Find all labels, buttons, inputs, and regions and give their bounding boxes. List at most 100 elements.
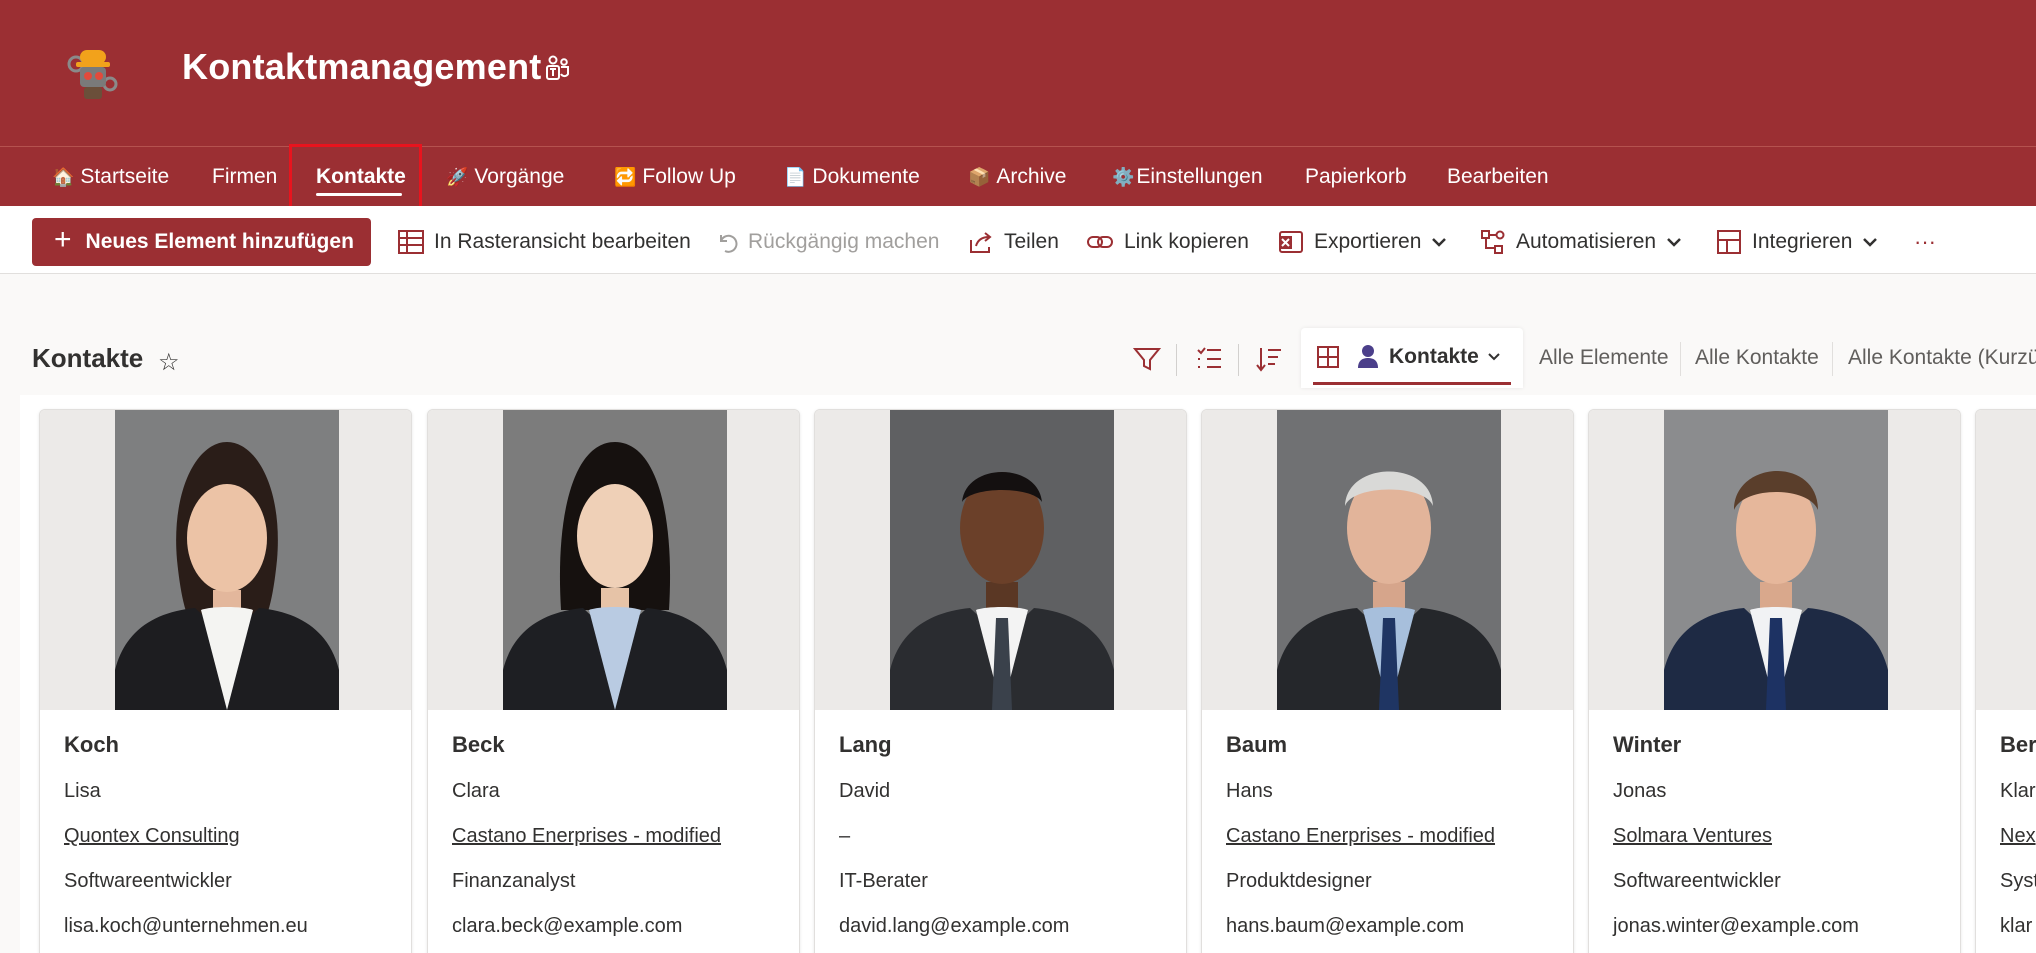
view-link-alle-kontakte[interactable]: Alle Kontakte: [1695, 346, 1819, 370]
photo-area: [815, 410, 1186, 710]
contact-card[interactable]: Winter Jonas Solmara Ventures Softwareen…: [1588, 409, 1961, 953]
site-header: Kontaktmanagement: [0, 0, 2036, 146]
teams-icon[interactable]: [544, 54, 572, 82]
photo-area: [1589, 410, 1960, 710]
excel-icon: [1279, 231, 1303, 253]
contact-card[interactable]: Baum Hans Castano Enerprises - modified …: [1201, 409, 1574, 953]
filter-icon[interactable]: [1132, 344, 1162, 374]
integrate-icon: [1717, 230, 1741, 254]
star-icon[interactable]: ☆: [158, 348, 180, 377]
contact-company-link[interactable]: Castano Enerprises - modified: [1226, 825, 1495, 848]
kontakte-highlight-box: [289, 144, 422, 212]
contact-gallery: Koch Lisa Quontex Consulting Softwareent…: [20, 395, 2036, 953]
contact-company-link[interactable]: Quontex Consulting: [64, 825, 240, 848]
contact-photo: [1663, 410, 1888, 710]
nav-item-archive[interactable]: 📦 Archive: [968, 147, 1066, 207]
view-link-alle-kontakte-kurz[interactable]: Alle Kontakte (Kurzü: [1848, 346, 2036, 370]
contact-last-name[interactable]: Lang: [839, 732, 892, 758]
house-icon: 🏠: [52, 166, 75, 187]
link-icon: [1087, 236, 1113, 248]
undo-button[interactable]: Rückgängig machen: [716, 218, 939, 266]
robot-logo-icon[interactable]: [62, 44, 124, 106]
new-item-button[interactable]: + Neues Element hinzufügen: [32, 218, 371, 266]
contact-first-name: Lisa: [64, 780, 101, 802]
view-selector[interactable]: Kontakte: [1301, 328, 1523, 388]
chevron-down-icon: [1667, 238, 1681, 247]
contact-last-name[interactable]: Koch: [64, 732, 119, 758]
site-title[interactable]: Kontaktmanagement: [182, 46, 541, 88]
photo-area: [428, 410, 799, 710]
grid-edit-button[interactable]: In Rasteransicht bearbeiten: [398, 218, 691, 266]
nav-item-papierkorb[interactable]: Papierkorb: [1305, 147, 1407, 207]
sort-icon[interactable]: [1254, 344, 1284, 374]
chevron-down-icon: [1432, 238, 1447, 247]
contact-role: Softwareentwickler: [64, 870, 232, 892]
view-divider: [1832, 342, 1833, 376]
toolbar-divider: [1238, 344, 1239, 376]
contact-company-link[interactable]: Solmara Ventures: [1613, 825, 1772, 848]
view-divider: [1680, 342, 1681, 376]
contact-photo: [114, 410, 339, 710]
person-icon: [1358, 345, 1378, 368]
contact-email: klar: [2000, 915, 2033, 937]
export-button[interactable]: Exportieren: [1278, 218, 1457, 266]
contact-role: Finanzanalyst: [452, 870, 576, 892]
contact-company-link[interactable]: Nex: [2000, 825, 2036, 848]
contact-role: Produktdesigner: [1226, 870, 1372, 892]
contact-first-name: Jonas: [1613, 780, 1667, 802]
contact-card[interactable]: Lang David – IT-Berater david.lang@examp…: [814, 409, 1187, 953]
contact-email: david.lang@example.com: [839, 915, 1070, 937]
command-bar: + Neues Element hinzufügen In Rasteransi…: [0, 206, 2036, 274]
nav-item-bearbeiten[interactable]: Bearbeiten: [1447, 147, 1549, 207]
contact-last-name[interactable]: Beck: [452, 732, 505, 758]
integrate-button[interactable]: Integrieren: [1716, 218, 1888, 266]
contact-first-name: David: [839, 780, 891, 802]
photo-area: [40, 410, 411, 710]
contact-last-name[interactable]: Baum: [1226, 732, 1287, 758]
group-by-icon[interactable]: [1194, 344, 1224, 374]
nav-item-follow-up[interactable]: 🔁 Follow Up: [614, 147, 736, 207]
view-link-alle-elemente[interactable]: Alle Elemente: [1539, 346, 1669, 370]
contact-email: clara.beck@example.com: [452, 915, 683, 937]
contact-email: hans.baum@example.com: [1226, 915, 1465, 937]
copy-link-button[interactable]: Link kopieren: [1086, 218, 1249, 266]
automate-button[interactable]: Automatisieren: [1480, 218, 1692, 266]
photo-area: [1976, 410, 2036, 710]
document-icon: 📄: [784, 166, 807, 187]
nav-item-dokumente[interactable]: 📄 Dokumente: [784, 147, 920, 207]
package-icon: 📦: [968, 166, 991, 187]
more-options-button[interactable]: ···: [1914, 218, 1936, 266]
share-button[interactable]: Teilen: [968, 218, 1059, 266]
contact-first-name: Klar: [2000, 780, 2036, 802]
contact-email: lisa.koch@unternehmen.eu: [64, 915, 308, 937]
contact-role: Syst: [2000, 870, 2036, 892]
contact-first-name: Hans: [1226, 780, 1273, 802]
contact-company-link[interactable]: Castano Enerprises - modified: [452, 825, 721, 848]
contact-role: IT-Berater: [839, 870, 928, 892]
active-view-indicator: [1313, 382, 1511, 385]
nav-item-firmen[interactable]: Firmen: [212, 147, 277, 207]
contact-card[interactable]: Berg Klar Nex Syst klar: [1975, 409, 2036, 953]
chevron-down-icon: [1863, 238, 1878, 247]
flow-icon: [1481, 230, 1505, 254]
contact-last-name[interactable]: Berg: [2000, 732, 2036, 758]
contact-photo: [502, 410, 727, 710]
chevron-down-icon: [1488, 353, 1500, 361]
nav-item-startseite[interactable]: 🏠 Startseite: [52, 147, 169, 207]
plus-icon: +: [54, 223, 72, 256]
contact-card[interactable]: Beck Clara Castano Enerprises - modified…: [427, 409, 800, 953]
repeat-icon: 🔁: [614, 166, 637, 187]
photo-area: [1202, 410, 1573, 710]
nav-item-vorgaenge[interactable]: 🚀 Vorgänge: [446, 147, 564, 207]
contact-photo: [1276, 410, 1501, 710]
gear-icon: ⚙️: [1112, 166, 1135, 187]
grid-view-icon: [1317, 346, 1339, 368]
contact-email: jonas.winter@example.com: [1613, 915, 1859, 937]
contact-company-empty: –: [839, 825, 851, 847]
toolbar-divider: [1176, 344, 1177, 376]
contact-photo: [889, 410, 1114, 710]
list-title: Kontakte: [32, 343, 144, 373]
nav-item-einstellungen[interactable]: ⚙️ Einstellungen: [1112, 147, 1263, 207]
contact-last-name[interactable]: Winter: [1613, 732, 1681, 758]
contact-card[interactable]: Koch Lisa Quontex Consulting Softwareent…: [39, 409, 412, 953]
